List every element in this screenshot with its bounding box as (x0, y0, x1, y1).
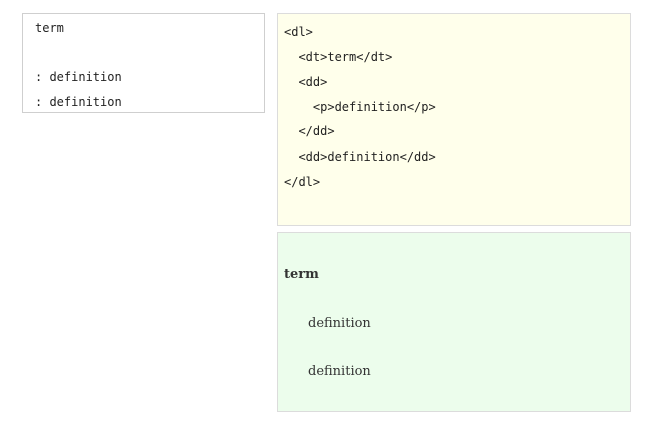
definition-term: term (284, 267, 319, 282)
rendered-preview-panel: term definition definition (277, 232, 631, 412)
code-line: </dd> (284, 124, 335, 138)
code-line: </dl> (284, 175, 321, 189)
code-line: <dl> (284, 25, 313, 39)
markdown-definition-line: : definition (35, 70, 122, 84)
definition-description: definition (308, 364, 371, 379)
code-line: <dd>definition</dd> (284, 150, 436, 164)
code-line: <p>definition</p> (284, 100, 436, 114)
html-source-panel: <dl> <dt>term</dt> <dd> <p>definition</p… (277, 13, 631, 226)
markdown-definition-line: : definition (35, 95, 122, 109)
markdown-source-panel: term : definition : definition (22, 13, 265, 113)
definition-description: definition (308, 316, 371, 331)
code-line: <dd> (284, 75, 328, 89)
markdown-term-line: term (35, 21, 64, 35)
code-line: <dt>term</dt> (284, 50, 393, 64)
